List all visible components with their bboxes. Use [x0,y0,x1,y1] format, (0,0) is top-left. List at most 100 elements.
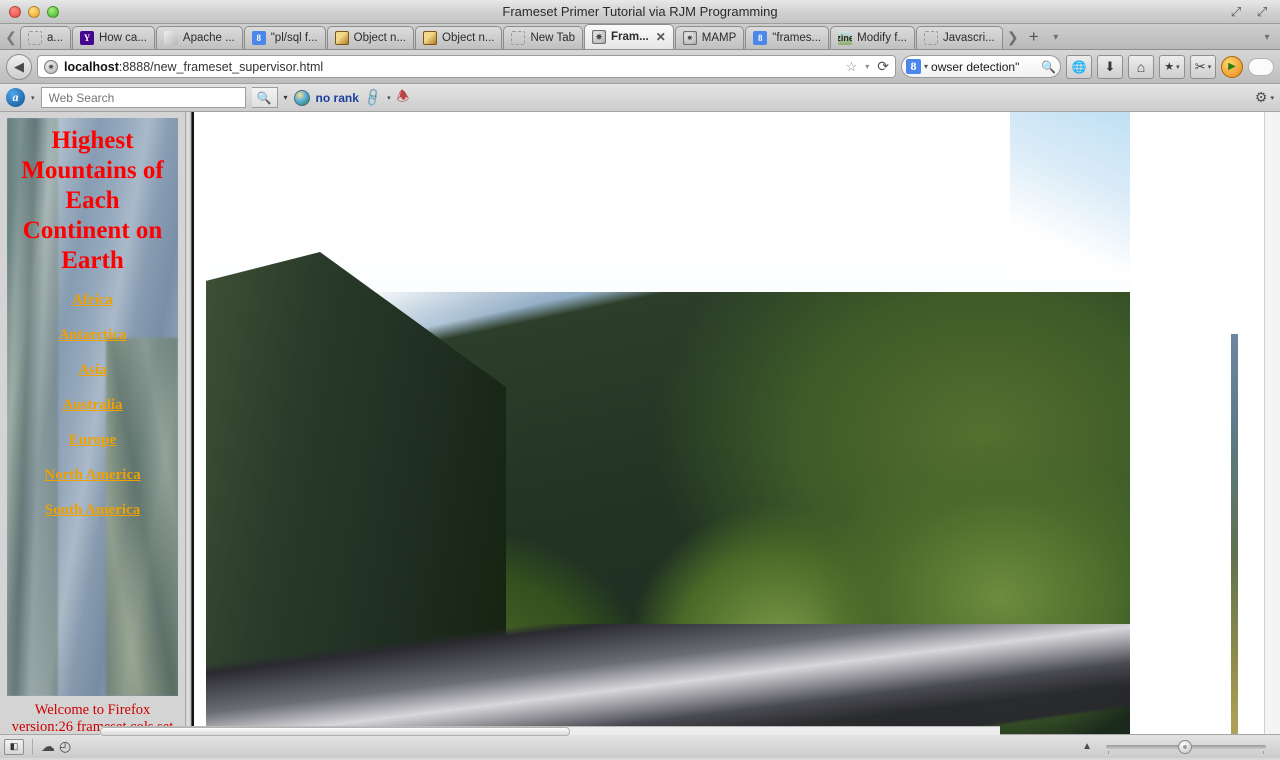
tab-2[interactable]: Apache ... [155,26,243,49]
tab-overflow-menu-icon[interactable]: ▾ [1256,25,1278,49]
bookmarks-button[interactable]: 🌐 [1066,54,1092,79]
tab-5[interactable]: Object n... [415,26,503,49]
frame-splitter[interactable] [185,112,192,734]
page-title: Highest Mountains of Each Continent on E… [21,127,164,274]
reload-icon[interactable]: ⟳ [877,58,889,75]
zoom-slider-thumb[interactable] [1178,739,1192,754]
minimize-window-button[interactable] [28,5,40,18]
url-host: localhost [64,59,119,74]
continent-link-australia[interactable]: Australia [11,397,174,414]
tab-list-dropdown-icon[interactable]: ▾ [1046,25,1066,49]
tab-0[interactable]: a... [20,26,71,49]
search-input-value[interactable]: owser detection" [931,60,1038,74]
navigation-toolbar: ◀ ✷ localhost:8888/new_frameset_supervis… [0,50,1280,84]
vertical-scrollbar[interactable] [1264,112,1280,734]
tab-10[interactable]: zine Modify f... [830,26,915,49]
bookmark-caret-icon[interactable]: ▾ [865,62,869,71]
tab-4[interactable]: Object n... [326,26,415,49]
toolbar-end-control[interactable] [1248,57,1274,76]
tab-7[interactable]: ✷ Fram... ✕ [584,24,674,49]
sidebar-toggle-button[interactable]: ◧ [4,738,24,755]
photo-right-sliver [1231,334,1238,734]
expand-icon-1[interactable]: ⤢ [1228,4,1244,20]
status-divider [32,738,33,755]
bookmarks-icon: 🌐 [1071,59,1087,74]
tab-11[interactable]: Javascri... [915,26,1003,49]
site-rank-label: no rank [315,90,359,105]
alexa-menu-caret-icon[interactable]: ▾ [31,94,35,102]
search-go-icon[interactable]: 🔍 [1041,60,1056,74]
back-button[interactable]: ◀ [6,53,32,80]
tab-label: New Tab [530,32,576,44]
continent-link-asia[interactable]: Asia [11,362,174,379]
window-title: Frameset Primer Tutorial via RJM Program… [502,4,778,19]
bookmark-menu-button[interactable]: ★ ▾ [1159,54,1185,79]
continent-link-south-america[interactable]: South America [11,502,174,519]
search-bar[interactable]: 8 ▾ owser detection" 🔍 [901,55,1061,78]
gauge-icon[interactable]: ◴ [59,738,71,755]
search-engine-icon[interactable]: 8 [906,59,921,74]
traffic-lights [0,5,59,18]
expand-icon-2[interactable]: ⤢ [1254,4,1270,20]
addons-button[interactable]: ✂ ▾ [1190,54,1216,79]
alexa-toolbar: a ▾ 🔍 ▾ no rank 🔗 ▾ 🕭 ⚙ ▾ [0,84,1280,112]
continent-link-list: Africa Antarctica Asia Australia Europe North… [11,292,174,519]
web-search-go-button[interactable]: 🔍 [251,87,278,108]
tab-9[interactable]: 8 "frames... [745,26,830,49]
tab-scroll-left-icon[interactable]: ❮ [2,25,20,49]
zoom-slider[interactable] [1106,739,1266,754]
google-favicon: 8 [251,31,266,45]
google-favicon: 8 [753,31,768,45]
web-search-field[interactable] [40,87,246,108]
go-button[interactable]: ▶ [1221,55,1243,78]
cloud-icon[interactable]: ☁ [41,738,55,755]
horizontal-scrollbar-track[interactable] [100,726,1000,736]
nav-panel-background: Highest Mountains of Each Continent on E… [7,118,178,696]
tab-strip: ❮ a... Y How ca... Apache ... 8 "pl/sql f... O… [0,24,1280,50]
close-window-button[interactable] [9,5,21,18]
tab-6[interactable]: New Tab [503,26,584,49]
gear-icon[interactable]: ⚙ [1255,89,1268,106]
url-path: :8888/new_frameset_supervisor.html [118,59,324,74]
url-text: localhost:8888/new_frameset_supervisor.h… [64,60,323,74]
continent-link-europe[interactable]: Europe [11,432,174,449]
object-favicon [423,31,438,45]
web-search-input[interactable] [46,89,240,106]
blank-favicon [923,31,938,45]
zine-favicon: zine [838,31,853,45]
tab-container: a... Y How ca... Apache ... 8 "pl/sql f... Obj… [20,24,1004,49]
tab-scroll-right-icon[interactable]: ❯ [1004,25,1022,49]
tab-3[interactable]: 8 "pl/sql f... [243,26,326,49]
close-icon[interactable]: ✕ [654,30,666,44]
gear-caret-icon[interactable]: ▾ [1270,94,1274,102]
tab-1[interactable]: Y How ca... [71,26,155,49]
horizontal-scrollbar[interactable] [100,726,1000,736]
continent-link-north-america[interactable]: North America [11,467,174,484]
bookmark-star-icon[interactable]: ☆ [846,59,858,75]
alexa-logo-icon[interactable]: a [6,88,25,107]
status-bar-right: ▲ [1082,739,1276,754]
tab-label: MAMP [701,32,737,44]
blank-favicon [28,31,42,45]
continent-link-africa[interactable]: Africa [11,292,174,309]
home-icon: ⌂ [1136,58,1146,75]
search-engine-caret-icon[interactable]: ▾ [924,62,928,71]
web-search-caret-icon[interactable]: ▾ [284,93,288,102]
tab-label: Apache ... [182,32,235,44]
tab-label: "frames... [772,32,822,44]
site-identity-icon[interactable]: ✷ [44,59,58,74]
link-icon[interactable]: 🔗 [362,86,384,108]
traffic-stats-icon[interactable]: 🕭 [397,86,410,110]
tab-8[interactable]: ✷ MAMP [674,26,745,49]
rank-globe-icon [293,89,310,106]
continent-link-antarctica[interactable]: Antarctica [11,327,174,344]
scroll-up-arrow-icon[interactable]: ▲ [1082,741,1092,752]
url-bar[interactable]: ✷ localhost:8888/new_frameset_supervisor… [37,55,896,78]
home-button[interactable]: ⌂ [1128,54,1154,79]
horizontal-scrollbar-thumb[interactable] [100,727,570,736]
link-caret-icon[interactable]: ▾ [387,94,391,102]
new-tab-button[interactable]: + [1022,25,1046,49]
zoom-window-button[interactable] [47,5,59,18]
alexa-toolbar-right: ⚙ ▾ [1255,89,1274,106]
downloads-button[interactable]: ⬇ [1097,54,1123,79]
